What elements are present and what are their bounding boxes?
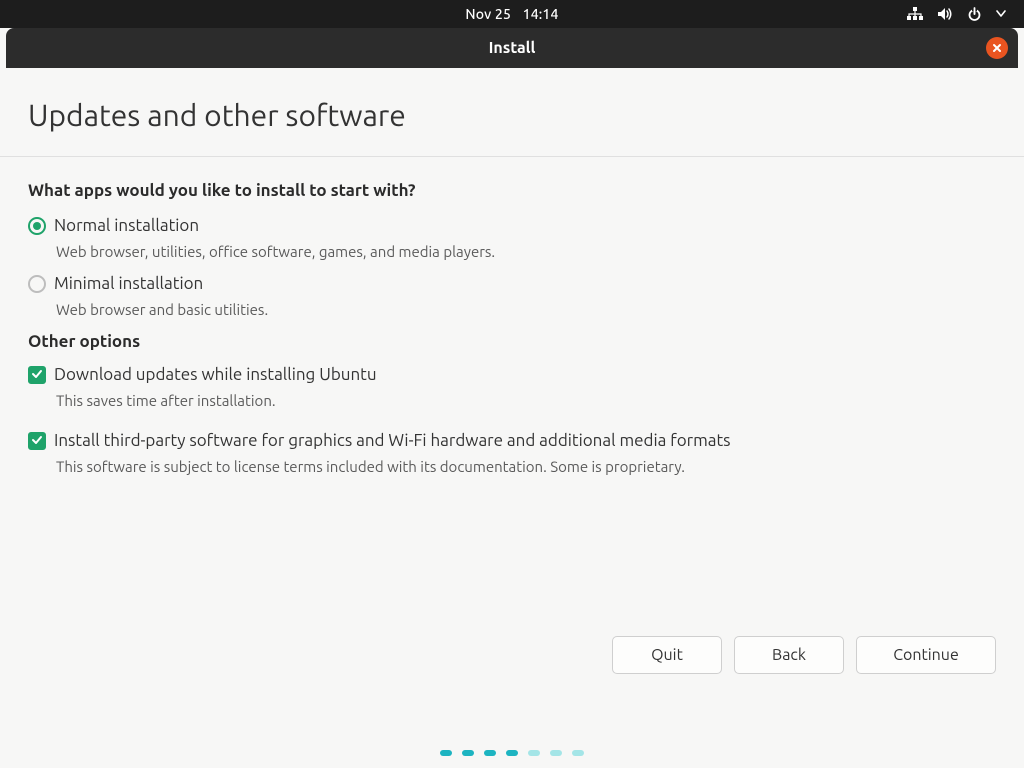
checkbox-row[interactable]: Download updates while installing Ubuntu [28,365,996,384]
system-tray [907,0,1006,28]
checkbox-third-party[interactable] [28,432,46,450]
option-description: Web browser, utilities, office software,… [56,243,996,260]
divider [0,156,1024,157]
close-button[interactable] [986,37,1008,59]
radio-row[interactable]: Normal installation [28,216,996,235]
radio-row[interactable]: Minimal installation [28,274,996,293]
option-label: Install third-party software for graphic… [54,431,731,450]
option-label: Download updates while installing Ubuntu [54,365,377,384]
quit-button[interactable]: Quit [612,636,722,674]
checkbox-download-updates[interactable] [28,366,46,384]
progress-dot [462,750,474,756]
option-description: This saves time after installation. [56,392,996,409]
progress-dot [506,750,518,756]
back-button[interactable]: Back [734,636,844,674]
progress-dot [440,750,452,756]
chevron-down-icon[interactable] [996,10,1006,18]
other-options-heading: Other options [28,332,996,351]
option-minimal-installation: Minimal installation Web browser and bas… [28,274,996,318]
clock[interactable]: Nov 25 14:14 [465,6,558,22]
install-apps-question: What apps would you like to install to s… [28,181,996,200]
progress-dot [550,750,562,756]
option-description: Web browser and basic utilities. [56,301,996,318]
option-third-party: Install third-party software for graphic… [28,431,996,475]
option-label: Normal installation [54,216,199,235]
close-icon [991,42,1003,54]
window-titlebar: Install [6,28,1018,68]
clock-time: 14:14 [523,6,559,22]
progress-dot [528,750,540,756]
page-title: Updates and other software [28,98,996,132]
progress-dot [484,750,496,756]
continue-button[interactable]: Continue [856,636,996,674]
installer-content: Updates and other software What apps wou… [0,68,1024,475]
progress-dot [572,750,584,756]
clock-date: Nov 25 [465,6,511,22]
progress-indicator [440,750,584,756]
footer-buttons: Quit Back Continue [612,636,996,674]
radio-minimal-installation[interactable] [28,275,46,293]
checkbox-row[interactable]: Install third-party software for graphic… [28,431,996,450]
volume-icon[interactable] [937,7,953,21]
option-description: This software is subject to license term… [56,458,996,475]
power-icon[interactable] [967,7,982,22]
window-title: Install [489,39,536,57]
network-icon[interactable] [907,7,923,21]
system-bar: Nov 25 14:14 [0,0,1024,28]
option-download-updates: Download updates while installing Ubuntu… [28,365,996,409]
option-normal-installation: Normal installation Web browser, utiliti… [28,216,996,260]
option-label: Minimal installation [54,274,203,293]
radio-normal-installation[interactable] [28,217,46,235]
